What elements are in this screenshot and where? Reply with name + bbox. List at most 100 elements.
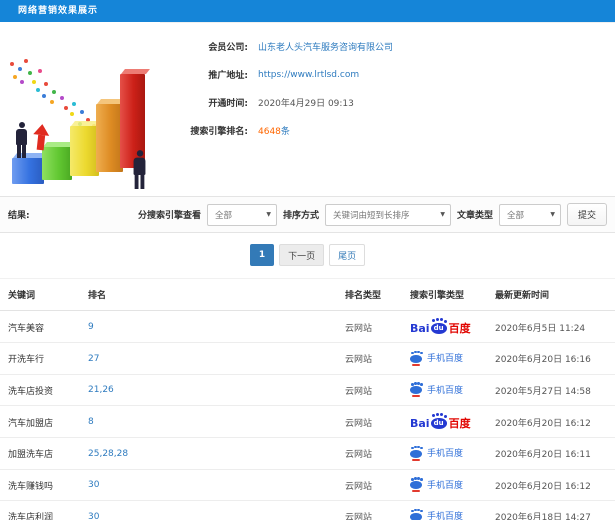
table-row: 加盟洗车店 25,28,28 云网站 手机百度 2020年6月20日 16:11	[0, 437, 615, 470]
baidu-logo: Bai du 百度	[410, 414, 471, 429]
pagination-page-1[interactable]: 1	[249, 244, 275, 266]
rank-link[interactable]: 21,26	[88, 385, 114, 395]
mobile-baidu-paw-icon	[410, 446, 423, 461]
table-row: 汽车美容 9 云网站 Bai du 百度 2020年6月5日 11:24	[0, 310, 615, 343]
keyword-cell: 汽车加盟店	[0, 405, 80, 438]
engine-view-label: 分搜索引擎查看	[137, 211, 201, 221]
sort-label: 排序方式	[282, 211, 319, 221]
engine-cell: 手机百度	[402, 500, 487, 520]
table-row: 洗车赚钱吗 30 云网站 手机百度 2020年6月20日 16:12	[0, 469, 615, 501]
article-type-label: 文章类型	[456, 211, 493, 221]
info-field-value: https://www.lrtlsd.com	[258, 70, 359, 80]
rank-type-cell: 云网站	[337, 500, 402, 520]
mobile-baidu-paw-icon	[410, 509, 423, 520]
filter-bar: 结果: 分搜索引擎查看 全部 ▼ 排序方式 关键词由短到长排序 ▼ 文章类型 全…	[0, 196, 615, 233]
sort-select[interactable]: 关键词由短到长排序 ▼	[324, 203, 451, 226]
info-field-label: 推广地址:	[208, 71, 248, 81]
mobile-baidu-logo: 手机百度	[410, 478, 463, 492]
engine-view-select[interactable]: 全部 ▼	[206, 203, 277, 226]
page-title-bar: 网络营销效果展示	[0, 0, 615, 22]
keyword-cell: 汽车美容	[0, 310, 80, 343]
engine-cell: 手机百度	[402, 469, 487, 501]
table-header-cell: 排名	[80, 278, 337, 311]
engine-cell: 手机百度	[402, 437, 487, 470]
mobile-baidu-logo: 手机百度	[410, 351, 464, 366]
table-row: 开洗车行 27 云网站 手机百度 2020年6月20日 16:16	[0, 342, 615, 375]
article-type-select[interactable]: 全部 ▼	[498, 203, 561, 226]
rank-cell: 9	[80, 310, 337, 343]
submit-button[interactable]: 提交	[566, 203, 607, 226]
rank-link[interactable]: 8	[88, 417, 94, 427]
info-value-link[interactable]: 山东老人头汽车服务咨询有限公司	[258, 43, 393, 53]
updated-time-cell: 2020年6月20日 16:11	[487, 437, 615, 470]
rank-link[interactable]: 27	[88, 354, 99, 364]
mobile-baidu-label: 手机百度	[427, 354, 464, 364]
info-value-link[interactable]: https://www.lrtlsd.com	[258, 70, 359, 80]
keyword-ranking-table: 关键词 排名 排名类型 搜索引擎类型 最新更新时间 汽车美容 9 云网站 Bai…	[0, 278, 615, 520]
info-field-value: 2020年4月29日 09:13	[258, 96, 354, 109]
mobile-baidu-label: 手机百度	[427, 512, 464, 520]
rank-link[interactable]: 9	[88, 322, 94, 332]
updated-time-cell: 2020年6月18日 14:27	[487, 500, 615, 520]
info-row: 开通时间: 2020年4月29日 09:13	[160, 93, 607, 112]
keyword-cell: 洗车赚钱吗	[0, 469, 80, 501]
table-row: 洗车店投资 21,26 云网站 手机百度 2020年5月27日 14:58	[0, 374, 615, 406]
chevron-down-icon: ▼	[550, 211, 555, 218]
engine-cell: Bai du 百度	[402, 310, 487, 343]
mobile-baidu-paw-icon	[410, 351, 423, 366]
businessman-figure-right	[133, 150, 146, 189]
info-row: 会员公司: 山东老人头汽车服务咨询有限公司	[160, 37, 607, 56]
rank-type-cell: 云网站	[337, 310, 402, 343]
ranking-count[interactable]: 4648条	[258, 127, 290, 137]
sort-selected: 关键词由短到长排序	[332, 210, 410, 221]
mobile-baidu-label: 手机百度	[427, 385, 464, 396]
keyword-cell: 洗车店利润	[0, 500, 80, 520]
confetti-decoration	[10, 62, 14, 66]
table-header-row: 关键词 排名 排名类型 搜索引擎类型 最新更新时间	[0, 278, 615, 311]
table-header-cell: 最新更新时间	[487, 278, 615, 311]
chevron-down-icon: ▼	[440, 211, 445, 218]
clipart-bar-yellow	[70, 126, 99, 176]
engine-cell: Bai du 百度	[402, 405, 487, 438]
rank-cell: 25,28,28	[80, 437, 337, 470]
mobile-baidu-logo: 手机百度	[410, 383, 464, 397]
rank-type-cell: 云网站	[337, 342, 402, 375]
filter-controls: 分搜索引擎查看 全部 ▼ 排序方式 关键词由短到长排序 ▼ 文章类型 全部 ▼ …	[138, 203, 607, 226]
clipart-bar-orange	[96, 104, 123, 172]
updated-time-cell: 2020年6月20日 16:12	[487, 405, 615, 438]
rank-cell: 30	[80, 500, 337, 520]
updated-time-cell: 2020年6月20日 16:12	[487, 469, 615, 501]
info-field-value: 4648条	[258, 124, 290, 137]
baidu-logo: Bai du 百度	[410, 319, 471, 334]
mobile-baidu-paw-icon	[410, 383, 423, 397]
pagination-next-button[interactable]: 下一页	[279, 244, 325, 266]
engine-cell: 手机百度	[402, 342, 487, 375]
rank-cell: 27	[80, 342, 337, 375]
keyword-cell: 洗车店投资	[0, 374, 80, 406]
result-label: 结果:	[8, 211, 30, 221]
clipart-bar-green	[42, 147, 72, 180]
clipart-bar-blue	[12, 158, 44, 184]
businessman-figure-left	[16, 122, 27, 158]
info-row: 推广地址: https://www.lrtlsd.com	[160, 65, 607, 84]
rank-type-cell: 云网站	[337, 405, 402, 438]
rank-link[interactable]: 30	[88, 480, 99, 490]
pagination-last-button[interactable]: 尾页	[329, 244, 366, 266]
pagination: 1 下一页 尾页	[0, 233, 615, 278]
marketing-report-page: 网络营销效果展示 会员公司: 山东老人头汽车服务咨询有限公司 推广地址: htt…	[0, 0, 615, 520]
mobile-baidu-paw-icon	[410, 478, 423, 492]
info-value-text: 2020年4月29日 09:13	[258, 99, 354, 109]
rank-link[interactable]: 30	[88, 512, 99, 520]
rank-cell: 30	[80, 469, 337, 501]
page-title: 网络营销效果展示	[18, 6, 99, 16]
article-type-selected: 全部	[506, 210, 524, 221]
info-field-label: 开通时间:	[208, 99, 248, 109]
updated-time-cell: 2020年6月5日 11:24	[487, 310, 615, 343]
mobile-baidu-logo: 手机百度	[410, 446, 463, 461]
member-info-fields: 会员公司: 山东老人头汽车服务咨询有限公司 推广地址: https://www.…	[160, 22, 615, 196]
rank-link[interactable]: 25,28,28	[88, 449, 128, 459]
growth-arrow-icon	[32, 123, 51, 151]
info-field-value: 山东老人头汽车服务咨询有限公司	[258, 40, 393, 53]
baidu-paw-icon: du	[430, 319, 448, 334]
keyword-cell: 开洗车行	[0, 342, 80, 375]
